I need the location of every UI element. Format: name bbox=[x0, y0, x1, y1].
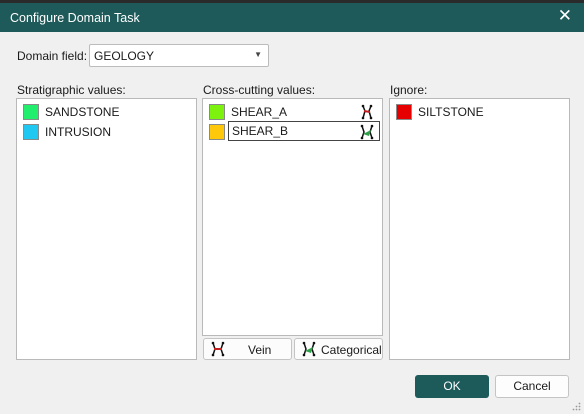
ignore-label: Ignore: bbox=[390, 83, 428, 97]
ok-button[interactable]: OK bbox=[415, 375, 489, 398]
resize-grip-icon[interactable] bbox=[572, 402, 581, 411]
cancel-button[interactable]: Cancel bbox=[495, 375, 569, 398]
ignore-list[interactable]: SILTSTONE bbox=[389, 98, 570, 360]
list-item[interactable]: SILTSTONE bbox=[394, 102, 565, 122]
list-item[interactable]: SHEAR_A bbox=[207, 102, 378, 122]
crosscutting-label: Cross-cutting values: bbox=[203, 83, 316, 97]
color-swatch bbox=[209, 104, 225, 120]
item-label: SANDSTONE bbox=[45, 105, 120, 119]
vein-button-label: Vein bbox=[248, 343, 272, 357]
categorical-button-label: Categorical bbox=[321, 343, 382, 357]
categorical-icon[interactable] bbox=[358, 123, 376, 141]
item-label: SHEAR_A bbox=[231, 105, 288, 119]
close-icon[interactable]: ✕ bbox=[558, 6, 572, 26]
color-swatch bbox=[396, 104, 412, 120]
domain-field-value: GEOLOGY bbox=[94, 49, 155, 63]
categorical-button[interactable]: Categorical bbox=[294, 338, 383, 360]
color-swatch bbox=[23, 124, 39, 140]
vein-icon bbox=[211, 341, 225, 357]
item-label: INTRUSION bbox=[45, 125, 111, 139]
color-swatch bbox=[23, 104, 39, 120]
list-item[interactable]: INTRUSION bbox=[21, 122, 192, 142]
window-title: Configure Domain Task bbox=[10, 11, 140, 25]
crosscutting-list[interactable]: SHEAR_A SHEAR_B bbox=[202, 98, 383, 336]
list-item[interactable]: SANDSTONE bbox=[21, 102, 192, 122]
stratigraphic-label: Stratigraphic values: bbox=[17, 83, 126, 97]
configure-domain-dialog: Configure Domain Task ✕ Domain field: GE… bbox=[0, 0, 584, 414]
chevron-down-icon[interactable]: ▼ bbox=[254, 50, 262, 59]
domain-field-label: Domain field: bbox=[17, 49, 88, 63]
vein-button[interactable]: Vein bbox=[203, 338, 292, 360]
title-bar: Configure Domain Task ✕ bbox=[0, 3, 584, 32]
item-label: SILTSTONE bbox=[418, 105, 484, 119]
domain-field-select[interactable]: GEOLOGY ▼ bbox=[89, 44, 269, 67]
item-label: SHEAR_B bbox=[232, 124, 289, 138]
vein-icon[interactable] bbox=[358, 103, 376, 121]
color-swatch bbox=[209, 124, 225, 140]
categorical-icon bbox=[302, 341, 316, 357]
list-item[interactable]: SHEAR_B bbox=[207, 121, 380, 142]
stratigraphic-list[interactable]: SANDSTONE INTRUSION bbox=[16, 98, 197, 360]
